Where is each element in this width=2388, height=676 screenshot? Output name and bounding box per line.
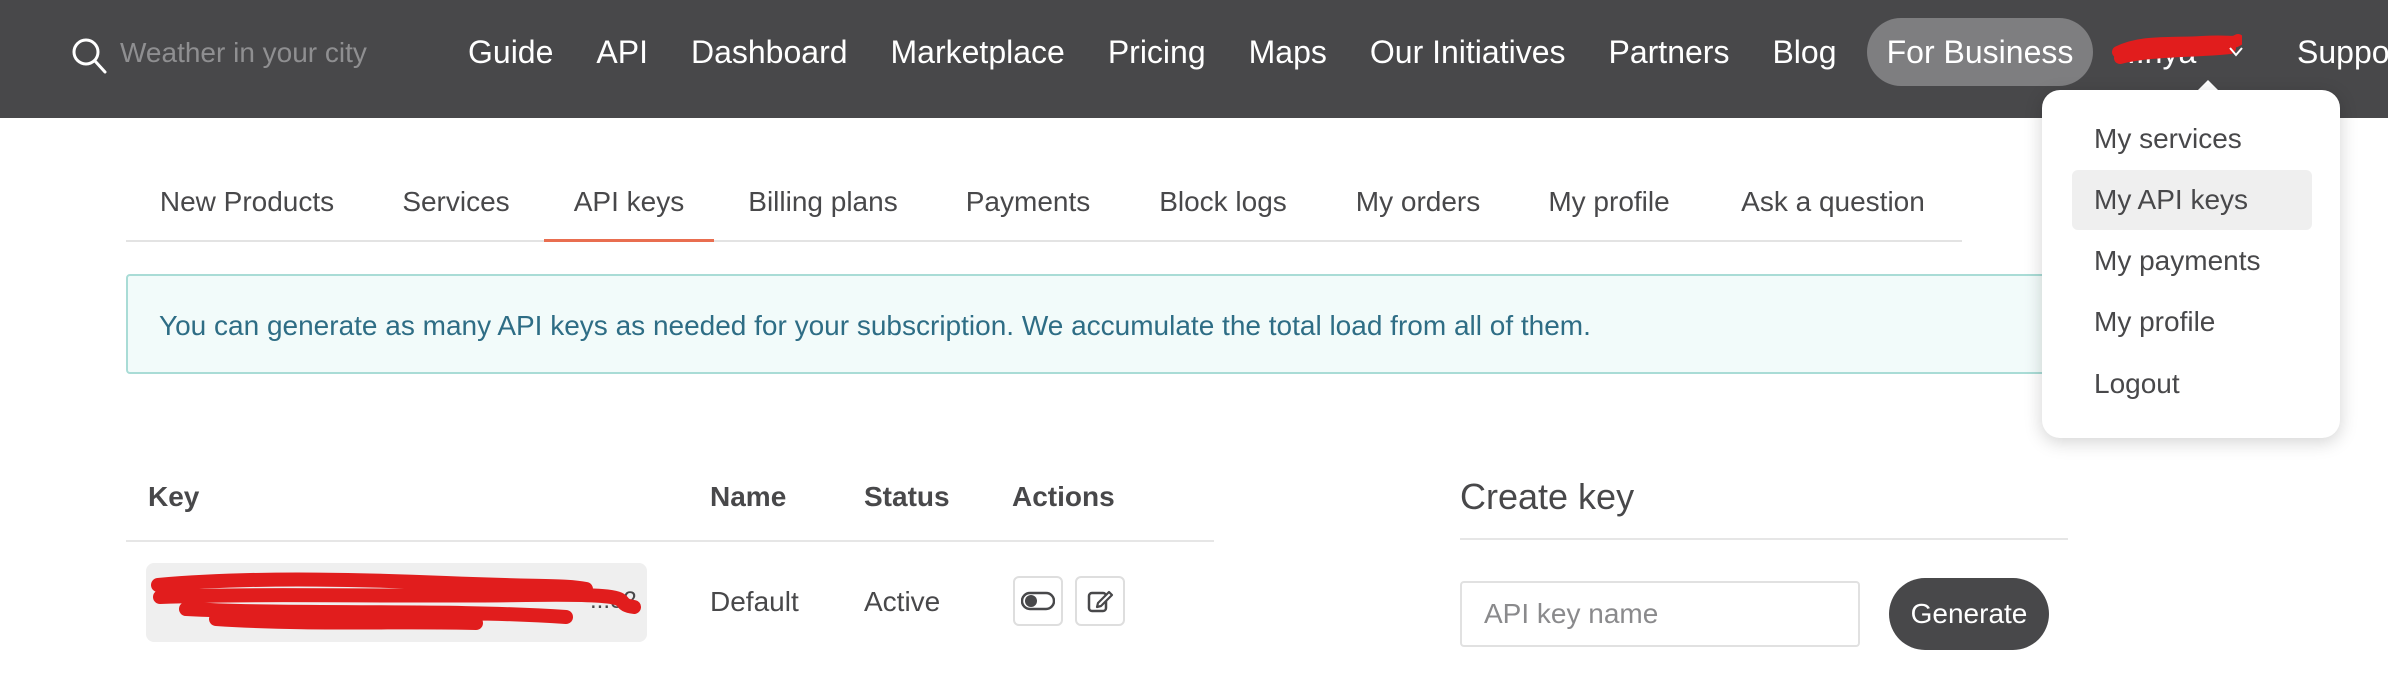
column-header-key: Key: [148, 481, 200, 512]
nav-marketplace[interactable]: Marketplace: [891, 34, 1065, 71]
tab-my-profile[interactable]: My profile: [1514, 164, 1704, 242]
key-status-cell: Active: [864, 586, 941, 617]
tab-services[interactable]: Services: [368, 164, 544, 242]
main-nav: Guide API Dashboard Marketplace Pricing …: [468, 0, 1879, 104]
info-text: You can generate as many API keys as nee…: [159, 310, 1591, 341]
menu-item-my-payments[interactable]: My payments: [2072, 231, 2312, 291]
tab-my-orders[interactable]: My orders: [1322, 164, 1514, 242]
top-navbar: Guide API Dashboard Marketplace Pricing …: [0, 0, 2388, 118]
table-divider: [126, 540, 1214, 542]
menu-item-logout[interactable]: Logout: [2072, 354, 2312, 414]
generate-button[interactable]: Generate: [1889, 578, 2049, 650]
key-name-cell: Default: [710, 586, 799, 617]
menu-item-my-api-keys[interactable]: My API keys: [2072, 170, 2312, 230]
api-key-value[interactable]: ...e2: [146, 563, 647, 642]
nav-api[interactable]: API: [596, 34, 648, 71]
tab-ask-a-question[interactable]: Ask a question: [1704, 164, 1962, 242]
column-header-actions: Actions: [1012, 481, 1115, 512]
toggle-icon: [1021, 591, 1055, 611]
menu-item-my-profile[interactable]: My profile: [2072, 292, 2312, 352]
tab-api-keys[interactable]: API keys: [544, 164, 714, 242]
search-icon[interactable]: [70, 36, 108, 76]
city-search-input[interactable]: [118, 30, 402, 76]
nav-blog[interactable]: Blog: [1772, 34, 1836, 71]
create-key-divider: [1460, 538, 2068, 540]
edit-icon: [1087, 590, 1114, 613]
nav-partners[interactable]: Partners: [1609, 34, 1730, 71]
api-key-name-input[interactable]: [1460, 581, 1860, 647]
nav-support[interactable]: Support: [2297, 34, 2388, 71]
nav-pricing[interactable]: Pricing: [1108, 34, 1206, 71]
nav-guide[interactable]: Guide: [468, 34, 553, 71]
tab-billing-plans[interactable]: Billing plans: [714, 164, 932, 242]
redaction-scribble: [151, 572, 641, 630]
info-banner: You can generate as many API keys as nee…: [126, 274, 2086, 374]
redaction-scribble: [2112, 34, 2242, 64]
nav-maps[interactable]: Maps: [1249, 34, 1327, 71]
tab-block-logs[interactable]: Block logs: [1124, 164, 1322, 242]
account-tabs: New Products Services API keys Billing p…: [126, 164, 1962, 242]
tab-new-products[interactable]: New Products: [126, 164, 368, 242]
nav-dashboard[interactable]: Dashboard: [691, 34, 848, 71]
column-header-status: Status: [864, 481, 950, 512]
chevron-down-icon[interactable]: [2228, 46, 2244, 58]
user-dropdown-menu: My services My API keys My payments My p…: [2042, 90, 2340, 438]
toggle-key-button[interactable]: [1013, 576, 1063, 626]
for-business-button[interactable]: For Business: [1867, 18, 2093, 86]
create-key-title: Create key: [1460, 476, 1635, 517]
menu-item-my-services[interactable]: My services: [2072, 109, 2312, 169]
column-header-name: Name: [710, 481, 787, 512]
edit-key-button[interactable]: [1075, 576, 1125, 626]
tab-payments[interactable]: Payments: [932, 164, 1124, 242]
nav-our-initiatives[interactable]: Our Initiatives: [1370, 34, 1566, 71]
